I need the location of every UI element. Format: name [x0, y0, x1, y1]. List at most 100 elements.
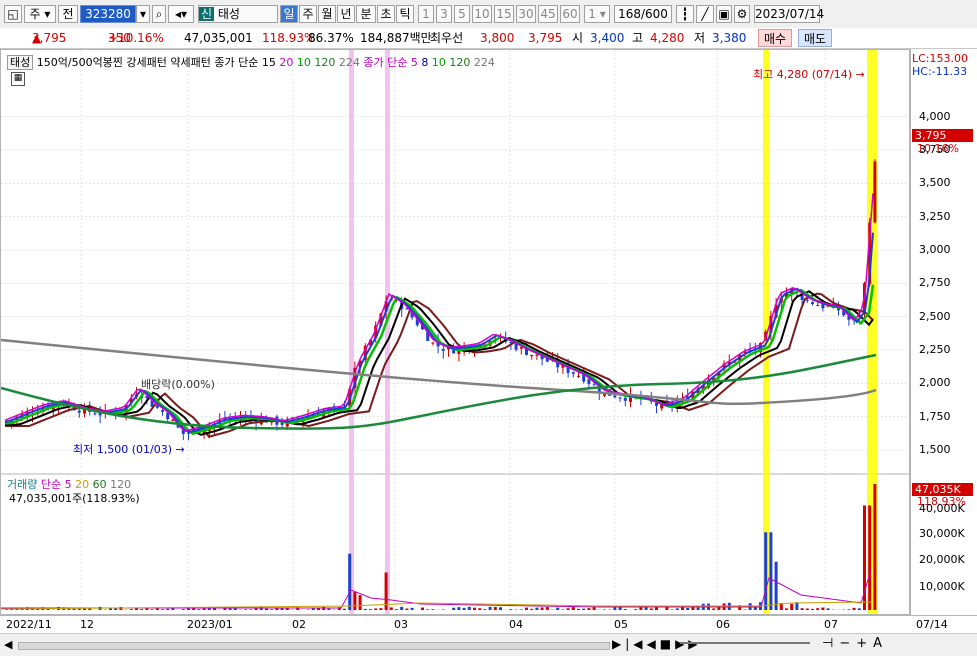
volume-bar [187, 609, 190, 610]
volume-bar [275, 608, 278, 610]
quote-bar: 3,795 ▲ 350 +10.16% 47,035,001 118.93% 8… [0, 28, 977, 49]
interval-input[interactable]: 1 ▾ [584, 5, 610, 23]
volume-bar [197, 609, 200, 610]
volume-bar [161, 609, 164, 610]
price-tick: 2,500 [919, 310, 951, 323]
volume-bar [114, 608, 117, 610]
turnover: 86.37% [308, 28, 354, 48]
sell-button[interactable]: 매도 [798, 29, 832, 47]
volume-bar [281, 608, 284, 610]
zoom-slider[interactable] [680, 642, 810, 644]
volume-bar [650, 608, 653, 610]
volume-bar [582, 609, 585, 610]
volume-bar [395, 609, 398, 610]
period-week[interactable]: 주 [299, 5, 317, 23]
chevron-down-icon[interactable]: ▾ [136, 5, 150, 23]
speaker-icon[interactable]: ◂▾ [168, 5, 194, 23]
vtick-40k: 40,000K [919, 502, 965, 515]
open: 3,400 [590, 28, 624, 48]
period-day[interactable]: 일 [280, 5, 298, 23]
stock-name-field[interactable]: 신 태성 [198, 5, 278, 23]
ma-10: 10 [297, 56, 311, 69]
volume-bar [634, 609, 637, 610]
toolbar: ◱ 주 ▾ 전 323280 ▾ ⌕ ◂▾ 신 태성 일 주 월 년 분 초 틱… [0, 0, 977, 29]
volume-bar [572, 607, 575, 610]
volume-bar [327, 609, 330, 610]
interval-45[interactable]: 45 [538, 5, 558, 23]
layout-icon[interactable]: ◱ [4, 5, 22, 23]
price-tick: 4,000 [919, 110, 951, 123]
ma2-224: 224 [474, 56, 495, 69]
volume-bar [785, 608, 788, 610]
volume-bar [478, 608, 481, 610]
volume-bar [405, 609, 408, 610]
volume-bar [421, 608, 424, 610]
interval-1[interactable]: 1 [418, 5, 434, 23]
volume-bar [821, 608, 824, 610]
save-icon[interactable]: ▣ [716, 5, 732, 23]
candle-icon[interactable]: ┇ [676, 5, 694, 23]
volume-bar [743, 609, 746, 610]
vtick-10k: 10,000K [919, 580, 965, 593]
chart-legend: 태성 150억/500억봉찐 강세패턴 약세패턴 종가 단순 15 20 10 … [7, 54, 495, 70]
volume-bar [249, 609, 252, 610]
x-axis: 2022/11 12 2023/01 02 03 04 05 06 07 07/… [0, 615, 977, 634]
price-tick: 2,750 [919, 276, 951, 289]
volume-value: 47,035,001주(118.93%) [9, 490, 140, 506]
draw-icon[interactable]: ╱ [696, 5, 714, 23]
interval-60[interactable]: 60 [560, 5, 580, 23]
ma-20: 20 [279, 56, 293, 69]
period-second[interactable]: 초 [377, 5, 395, 23]
period-tick[interactable]: 틱 [396, 5, 414, 23]
price-chart[interactable] [1, 50, 909, 614]
price-tick: 3,000 [919, 243, 951, 256]
candle [577, 376, 580, 377]
period-minute[interactable]: 분 [356, 5, 376, 23]
volume-bar [509, 609, 512, 610]
volume-bar [769, 532, 772, 610]
zoom-controls[interactable]: ⊣−+A [822, 636, 888, 651]
volume-bar [691, 608, 694, 610]
search-icon[interactable]: ⌕ [152, 5, 166, 23]
price-tick: 3,500 [919, 176, 951, 189]
chart-pane[interactable]: 태성 150억/500억봉찐 강세패턴 약세패턴 종가 단순 15 20 10 … [0, 49, 910, 615]
scroll-left-icon[interactable]: ◀ [4, 638, 12, 651]
volume-bar [686, 608, 689, 610]
market-select[interactable]: 주 ▾ [24, 5, 56, 23]
ma-224: 224 [339, 56, 360, 69]
scrollbar[interactable]: ◀ ▶|◀◀■▶▶ ⊣−+A [0, 633, 977, 656]
gear-icon[interactable]: ⚙ [734, 5, 750, 23]
candle [520, 347, 523, 349]
volume-bar [353, 592, 356, 610]
volume-bar [811, 609, 814, 610]
legend-signals: 150억/500억봉찐 강세패턴 약세패턴 [37, 56, 211, 69]
interval-30[interactable]: 30 [516, 5, 536, 23]
scroll-track[interactable] [18, 642, 610, 650]
buy-button[interactable]: 매수 [758, 29, 792, 47]
interval-3[interactable]: 3 [436, 5, 452, 23]
legend-stock[interactable]: 태성 [7, 55, 33, 70]
vtick-30k: 30,000K [919, 527, 965, 540]
period-year[interactable]: 년 [337, 5, 355, 23]
prev-button[interactable]: 전 [58, 5, 78, 23]
code-input[interactable]: 323280 [80, 5, 136, 23]
count-field[interactable]: 168/600 [614, 5, 672, 23]
volume-bar [400, 607, 403, 610]
period-month[interactable]: 월 [318, 5, 336, 23]
volume-bar [587, 608, 590, 610]
interval-10[interactable]: 10 [472, 5, 492, 23]
interval-5[interactable]: 5 [454, 5, 470, 23]
candle [816, 305, 819, 306]
candle [587, 379, 590, 384]
volume-bar [379, 608, 382, 610]
volume-bar [665, 607, 668, 610]
price-tick: 3,250 [919, 210, 951, 223]
ma-120: 120 [314, 56, 335, 69]
interval-15[interactable]: 15 [494, 5, 514, 23]
date-field[interactable]: 2023/07/14 [754, 5, 820, 23]
candle [593, 384, 596, 385]
volume-bar [520, 609, 523, 610]
grid-icon[interactable]: ▦ [11, 72, 25, 86]
playback-controls[interactable]: ▶|◀◀■▶▶ [612, 637, 702, 651]
current-pct-tag: 10.16% [917, 142, 959, 155]
